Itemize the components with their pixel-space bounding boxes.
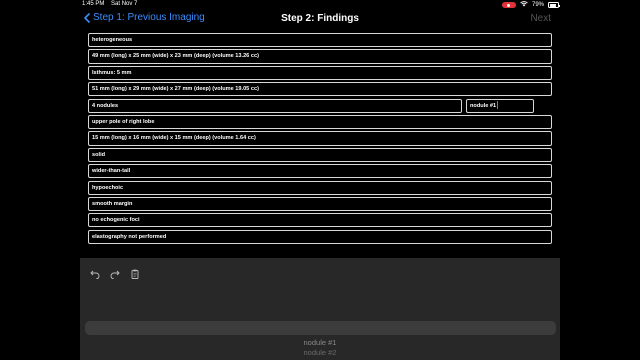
- finding-field-left-lobe-size[interactable]: 51 mm (long) x 29 mm (wide) x 27 mm (dee…: [88, 82, 552, 97]
- finding-row: elastography not performed: [88, 229, 552, 245]
- page-title: Step 2: Findings: [281, 13, 359, 24]
- finding-row: hypoechoic: [88, 180, 552, 196]
- finding-field-shape[interactable]: wider-than-tall: [88, 164, 552, 179]
- status-right: 79%: [501, 1, 560, 9]
- finding-field-nodule-location[interactable]: upper pole of right lobe: [88, 114, 552, 130]
- keyboard-panel: nodule #1 nodule #2: [80, 258, 560, 360]
- finding-row: smooth margin: [88, 196, 552, 212]
- finding-field-isthmus[interactable]: Isthmus: 5 mm: [88, 65, 552, 80]
- nodule-label-value: nodule #1: [470, 102, 497, 109]
- finding-row: no echogenic foci: [88, 213, 552, 228]
- finding-field-right-lobe-size[interactable]: 49 mm (long) x 25 mm (wide) x 23 mm (dee…: [88, 49, 552, 64]
- finding-row: solid: [88, 147, 552, 163]
- nodule-label-input[interactable]: nodule #1: [466, 98, 534, 113]
- battery-fill: [549, 3, 556, 7]
- finding-field-composition[interactable]: solid: [88, 147, 552, 162]
- finding-row: upper pole of right lobe: [88, 114, 552, 130]
- finding-field-nodule-size[interactable]: 15 mm (long) x 16 mm (wide) x 15 mm (dee…: [88, 131, 552, 146]
- screen-recording-icon: [501, 2, 516, 8]
- suggestion-item[interactable]: nodule #2: [80, 348, 560, 358]
- redo-icon[interactable]: [110, 266, 120, 280]
- finding-row: Isthmus: 5 mm: [88, 65, 552, 81]
- finding-field-nodule-count[interactable]: 4 nodules: [88, 98, 462, 113]
- battery-percent: 79%: [531, 2, 544, 8]
- suggestion-list: nodule #1 nodule #2: [80, 338, 560, 358]
- paste-icon[interactable]: [130, 266, 140, 279]
- finding-field-margin[interactable]: smooth margin: [88, 196, 552, 212]
- status-bar: 1:45 PM Sat Nov 7 79%: [0, 0, 640, 9]
- finding-field-elastography[interactable]: elastography not performed: [88, 229, 552, 244]
- finding-field-echotexture[interactable]: heterogeneous: [88, 33, 552, 48]
- status-date: Sat Nov 7: [111, 1, 138, 7]
- finding-row: wider-than-tall: [88, 164, 552, 179]
- finding-row: 51 mm (long) x 29 mm (wide) x 27 mm (dee…: [88, 82, 552, 97]
- status-left: 1:45 PM Sat Nov 7: [82, 1, 142, 7]
- keyboard-toolbar: [90, 266, 140, 280]
- battery-icon: [548, 2, 560, 8]
- nav-bar: Step 1: Previous Imaging Step 2: Finding…: [80, 9, 560, 29]
- finding-field-echogenicity[interactable]: hypoechoic: [88, 180, 552, 195]
- status-time: 1:45 PM: [82, 1, 105, 7]
- finding-row: heterogeneous: [88, 33, 552, 48]
- suggestion-item[interactable]: nodule #1: [80, 338, 560, 348]
- keyboard-input-bar[interactable]: [85, 321, 556, 335]
- text-cursor: [496, 101, 498, 110]
- next-button[interactable]: Next: [530, 13, 551, 24]
- finding-row: 4 nodules nodule #1: [88, 98, 552, 114]
- findings-list: heterogeneous 49 mm (long) x 25 mm (wide…: [88, 33, 552, 246]
- undo-icon[interactable]: [90, 266, 100, 280]
- finding-row: 49 mm (long) x 25 mm (wide) x 23 mm (dee…: [88, 49, 552, 64]
- finding-row: 15 mm (long) x 16 mm (wide) x 15 mm (dee…: [88, 131, 552, 146]
- wifi-icon: [520, 1, 528, 9]
- finding-field-echogenic-foci[interactable]: no echogenic foci: [88, 213, 552, 228]
